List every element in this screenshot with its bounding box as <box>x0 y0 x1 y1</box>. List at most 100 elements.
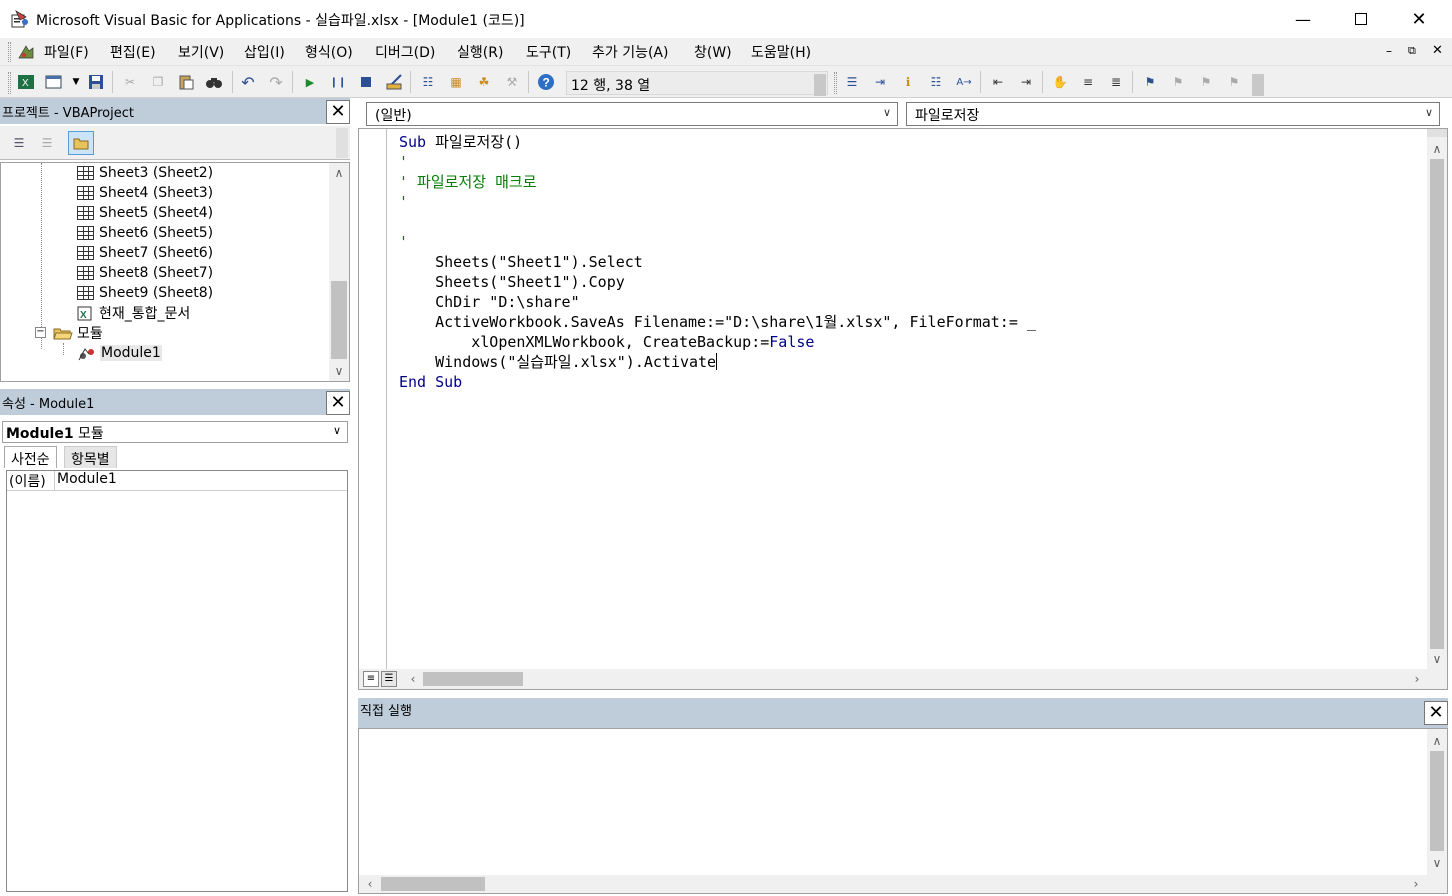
help-icon[interactable]: ? <box>536 72 556 92</box>
code-line[interactable]: Sub 파일로저장() <box>399 132 522 152</box>
code-vertical-scrollbar[interactable]: ∧ ∨ <box>1427 129 1447 669</box>
code-line[interactable]: Windows("실습파일.xlsx").Activate <box>399 352 718 372</box>
full-module-view-icon[interactable]: ☰ <box>381 671 397 687</box>
copy-icon[interactable]: ❐ <box>148 72 168 92</box>
toolbar-grip[interactable] <box>8 72 11 94</box>
immediate-panel-close-button[interactable]: ✕ <box>1424 701 1448 725</box>
list-constants-icon[interactable]: ⇥ <box>870 72 890 92</box>
quick-info-icon[interactable]: ℹ <box>898 72 918 92</box>
procedure-combo[interactable]: 파일로저장 ∨ <box>906 102 1440 126</box>
outdent-icon[interactable]: ⇥ <box>1016 72 1036 92</box>
tab-categorized[interactable]: 항목별 <box>64 446 117 468</box>
object-combo[interactable]: (일반) ∨ <box>366 102 898 126</box>
view-code-icon[interactable]: ☰ <box>6 131 32 155</box>
tree-item-sheet8[interactable]: Sheet8 (Sheet7) <box>77 263 213 283</box>
uncomment-block-icon[interactable]: ≣ <box>1106 72 1126 92</box>
scroll-left-icon[interactable]: ‹ <box>403 669 423 689</box>
insert-userform-icon[interactable] <box>44 72 64 92</box>
child-restore-icon[interactable]: ⧉ <box>1408 44 1416 58</box>
immediate-window[interactable]: ∧ ∨ ‹ › <box>358 728 1448 894</box>
edit-toolbar-options-icon[interactable] <box>1252 74 1264 96</box>
scroll-right-icon[interactable]: › <box>1407 875 1425 893</box>
clear-bookmarks-icon[interactable]: ⚑ <box>1224 72 1244 92</box>
properties-panel-close-button[interactable]: ✕ <box>326 391 350 415</box>
cut-icon[interactable]: ✂ <box>120 72 140 92</box>
scroll-thumb[interactable] <box>1430 751 1444 851</box>
object-browser-icon[interactable]: ☘ <box>474 72 494 92</box>
indent-icon[interactable]: ⇤ <box>988 72 1008 92</box>
horizontal-scroll-thumb[interactable] <box>423 672 523 686</box>
scroll-up-icon[interactable]: ∧ <box>329 163 349 183</box>
property-row[interactable]: (이름) Module1 <box>7 471 347 491</box>
code-line[interactable]: ' <box>399 232 408 252</box>
menu-tools[interactable]: 도구(T) <box>526 42 571 62</box>
code-line[interactable]: Sheets("Sheet1").Copy <box>399 272 625 292</box>
code-line[interactable]: xlOpenXMLWorkbook, CreateBackup:=False <box>399 332 814 352</box>
redo-icon[interactable]: ↷ <box>266 72 286 92</box>
tree-item-sheet5[interactable]: Sheet5 (Sheet4) <box>77 203 213 223</box>
scroll-thumb[interactable] <box>1430 159 1444 649</box>
procedure-view-icon[interactable]: ≡ <box>363 671 379 687</box>
tree-item-sheet9[interactable]: Sheet9 (Sheet8) <box>77 283 213 303</box>
menu-insert[interactable]: 삽입(I) <box>244 42 285 62</box>
toggle-breakpoint-icon[interactable]: ✋ <box>1050 72 1070 92</box>
design-mode-icon[interactable] <box>384 72 404 92</box>
scroll-up-icon[interactable]: ∧ <box>1427 731 1447 751</box>
tree-item-thisworkbook[interactable]: X 현재_통합_문서 <box>77 303 190 323</box>
scroll-left-icon[interactable]: ‹ <box>361 875 379 893</box>
excel-view-icon[interactable] <box>16 42 36 62</box>
code-line[interactable]: ChDir "D:\share" <box>399 292 580 312</box>
project-tree-scrollbar[interactable]: ∧ ∨ <box>329 163 349 381</box>
undo-icon[interactable]: ↶ <box>238 72 258 92</box>
scroll-down-icon[interactable]: ∨ <box>329 361 349 381</box>
child-minimize-icon[interactable]: – <box>1386 44 1392 58</box>
toolbar-options-icon[interactable] <box>814 74 826 96</box>
tab-alphabetic[interactable]: 사전순 <box>4 446 57 468</box>
excel-icon[interactable]: X <box>16 72 36 92</box>
menu-addins[interactable]: 추가 기능(A) <box>592 42 668 62</box>
scroll-down-icon[interactable]: ∨ <box>1427 853 1447 873</box>
scroll-up-icon[interactable]: ∧ <box>1427 139 1447 159</box>
list-properties-icon[interactable]: ☰ <box>842 72 862 92</box>
view-object-icon[interactable]: ☰ <box>34 131 60 155</box>
tree-item-sheet7[interactable]: Sheet7 (Sheet6) <box>77 243 213 263</box>
code-line[interactable]: Sheets("Sheet1").Select <box>399 252 643 272</box>
collapse-modules-icon[interactable]: − <box>35 327 46 338</box>
scroll-thumb[interactable] <box>331 281 347 359</box>
run-icon[interactable]: ▶ <box>300 72 320 92</box>
project-explorer-icon[interactable]: ☷ <box>418 72 438 92</box>
paste-icon[interactable] <box>176 72 196 92</box>
tree-item-sheet3[interactable]: Sheet3 (Sheet2) <box>77 163 213 183</box>
child-close-icon[interactable]: ✕ <box>1432 43 1443 58</box>
properties-object-combo[interactable]: Module1 모듈 ∨ <box>2 421 348 443</box>
code-line[interactable]: ' 파일로저장 매크로 <box>399 172 537 192</box>
save-icon[interactable] <box>86 72 106 92</box>
scroll-down-icon[interactable]: ∨ <box>1427 649 1447 669</box>
code-line[interactable]: ActiveWorkbook.SaveAs Filename:="D:\shar… <box>399 312 1036 332</box>
menu-window[interactable]: 창(W) <box>694 42 732 62</box>
menu-run[interactable]: 실행(R) <box>457 42 503 62</box>
properties-window-icon[interactable]: ▦ <box>446 72 466 92</box>
reset-icon[interactable] <box>356 72 376 92</box>
menu-format[interactable]: 형식(O) <box>305 42 353 62</box>
code-editor[interactable]: Sub 파일로저장() ' ' 파일로저장 매크로 ' ' Sheets("Sh… <box>358 128 1448 690</box>
project-panel-close-button[interactable]: ✕ <box>326 100 350 124</box>
toggle-bookmark-icon[interactable]: ⚑ <box>1140 72 1160 92</box>
project-toolbar-scroll[interactable] <box>336 128 348 158</box>
break-icon[interactable]: ❙❙ <box>328 72 348 92</box>
comment-block-icon[interactable]: ≡ <box>1078 72 1098 92</box>
code-line[interactable]: ' <box>399 192 408 212</box>
edit-toolbar-grip[interactable] <box>834 72 837 94</box>
complete-word-icon[interactable]: A→ <box>954 72 974 92</box>
property-value[interactable]: Module1 <box>55 471 117 490</box>
previous-bookmark-icon[interactable]: ⚑ <box>1196 72 1216 92</box>
split-bar[interactable] <box>1427 129 1447 137</box>
maximize-button[interactable] <box>1332 0 1390 38</box>
minimize-button[interactable]: — <box>1274 0 1332 38</box>
dropdown-arrow-icon[interactable]: ▼ <box>66 72 86 92</box>
find-icon[interactable] <box>204 72 224 92</box>
tree-item-module1[interactable]: Module1 <box>77 343 162 363</box>
menubar-grip[interactable] <box>8 42 11 62</box>
horizontal-scroll-thumb[interactable] <box>381 877 485 891</box>
code-line[interactable]: End Sub <box>399 372 462 392</box>
